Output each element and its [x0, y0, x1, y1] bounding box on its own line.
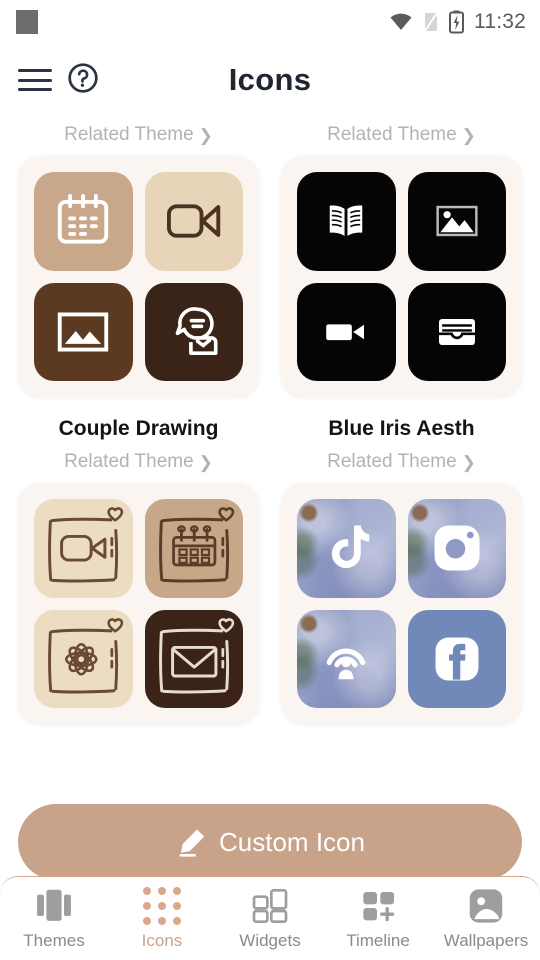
help-circle-icon[interactable]	[66, 61, 100, 100]
battery-charging-icon	[449, 10, 464, 34]
theme-row-2: Related Theme ❯ Related Theme ❯	[18, 443, 522, 770]
theme-column: Related Theme ❯	[281, 443, 522, 770]
icon-tile-instagram[interactable]	[407, 499, 506, 598]
icon-tile-calendar-sketch[interactable]	[144, 499, 243, 598]
gallery-icon	[436, 206, 478, 237]
pencil-icon	[179, 829, 205, 857]
nav-item-themes[interactable]: Themes	[0, 887, 108, 951]
status-bar-left	[16, 10, 38, 34]
icon-tile-video[interactable]	[297, 282, 396, 381]
chat-person-icon	[175, 306, 218, 355]
theme-column: Related Theme ❯	[18, 116, 259, 443]
app-screen: 11:32 Icons Related Theme ❯ Couple Drawi…	[0, 0, 540, 960]
theme-row-1: Related Theme ❯ Couple Drawing Related T…	[18, 116, 522, 443]
nav-item-widgets[interactable]: Widgets	[216, 887, 324, 951]
related-theme-label: Related Theme	[327, 124, 457, 145]
theme-card[interactable]	[18, 156, 259, 397]
related-theme-link[interactable]: Related Theme ❯	[281, 443, 522, 483]
icon-tile-calendar[interactable]	[34, 172, 133, 271]
calendar-icon	[58, 194, 109, 244]
wallet-icon	[438, 318, 475, 345]
theme-card[interactable]	[281, 156, 522, 397]
nav-label-icons: Icons	[141, 930, 183, 950]
custom-icon-button[interactable]: Custom Icon	[18, 804, 522, 880]
chevron-right-icon: ❯	[198, 452, 213, 472]
hamburger-menu-icon[interactable]	[18, 69, 52, 91]
chevron-right-icon: ❯	[461, 452, 476, 472]
facebook-icon	[435, 637, 479, 681]
icon-tile-facebook[interactable]	[407, 609, 506, 708]
chevron-right-icon: ❯	[198, 125, 213, 145]
nav-label-widgets: Widgets	[239, 930, 301, 950]
icon-tile-flower-sketch[interactable]	[34, 609, 133, 708]
status-bar-clock: 11:32	[474, 10, 526, 33]
envelope-sketch-icon	[158, 617, 234, 693]
related-theme-label: Related Theme	[64, 124, 194, 145]
widgets-squares-icon	[252, 888, 288, 923]
custom-icon-label: Custom Icon	[219, 826, 365, 857]
tiktok-icon	[332, 525, 370, 569]
open-book-icon	[330, 205, 363, 237]
related-theme-link[interactable]: Related Theme ❯	[18, 443, 259, 483]
chevron-right-icon: ❯	[461, 125, 476, 145]
related-theme-link[interactable]: Related Theme ❯	[281, 116, 522, 156]
icon-tile-wallet[interactable]	[407, 282, 506, 381]
icon-tile-gallery[interactable]	[407, 172, 506, 271]
wallpaper-image-icon	[469, 888, 503, 923]
flower-sketch-icon	[48, 617, 124, 693]
video-camera-sketch-icon	[48, 507, 124, 583]
status-bar: 11:32	[0, 0, 540, 44]
bottom-navigation: Themes Icons Widgets Timeline Wallpapers	[0, 876, 540, 960]
gallery-icon	[58, 312, 109, 352]
dot-grid-icon	[143, 886, 181, 925]
carousel-icon	[37, 889, 71, 921]
theme-column: Related Theme ❯	[18, 443, 259, 770]
video-camera-icon	[166, 204, 220, 238]
calendar-sketch-icon	[158, 507, 234, 583]
nav-label-themes: Themes	[23, 930, 85, 950]
timeline-plus-icon	[363, 891, 395, 921]
icon-tile-book[interactable]	[297, 172, 396, 271]
icon-tile-gallery[interactable]	[34, 282, 133, 381]
icon-tile-podcast[interactable]	[297, 609, 396, 708]
icon-tile-tiktok[interactable]	[297, 499, 396, 598]
theme-column: Related Theme ❯	[281, 116, 522, 443]
signal-icon	[424, 12, 438, 32]
app-header: Icons	[0, 44, 540, 116]
podcast-icon	[326, 648, 366, 679]
icon-tile-envelope-sketch[interactable]	[144, 609, 243, 708]
theme-card[interactable]	[281, 483, 522, 724]
nav-item-icons[interactable]: Icons	[108, 886, 216, 951]
icon-tile-chat[interactable]	[144, 282, 243, 381]
related-theme-label: Related Theme	[64, 451, 194, 472]
themes-content: Related Theme ❯ Couple Drawing Related T…	[0, 116, 540, 880]
nav-label-wallpapers: Wallpapers	[443, 930, 529, 950]
status-bar-right: 11:32	[389, 10, 526, 34]
nav-item-wallpapers[interactable]: Wallpapers	[432, 887, 540, 951]
wifi-icon	[390, 13, 412, 30]
icon-tile-video-sketch[interactable]	[34, 499, 133, 598]
nav-item-timeline[interactable]: Timeline	[324, 887, 432, 951]
theme-card-title: Couple Drawing	[58, 417, 219, 440]
theme-card[interactable]	[18, 483, 259, 724]
theme-card-title: Blue Iris Aesth	[328, 417, 475, 440]
video-camera-icon	[326, 324, 365, 340]
app-square-icon	[16, 10, 38, 34]
instagram-icon	[434, 525, 480, 571]
icon-tile-video[interactable]	[144, 172, 243, 271]
related-theme-label: Related Theme	[327, 451, 457, 472]
nav-label-timeline: Timeline	[346, 930, 410, 950]
related-theme-link[interactable]: Related Theme ❯	[18, 116, 259, 156]
